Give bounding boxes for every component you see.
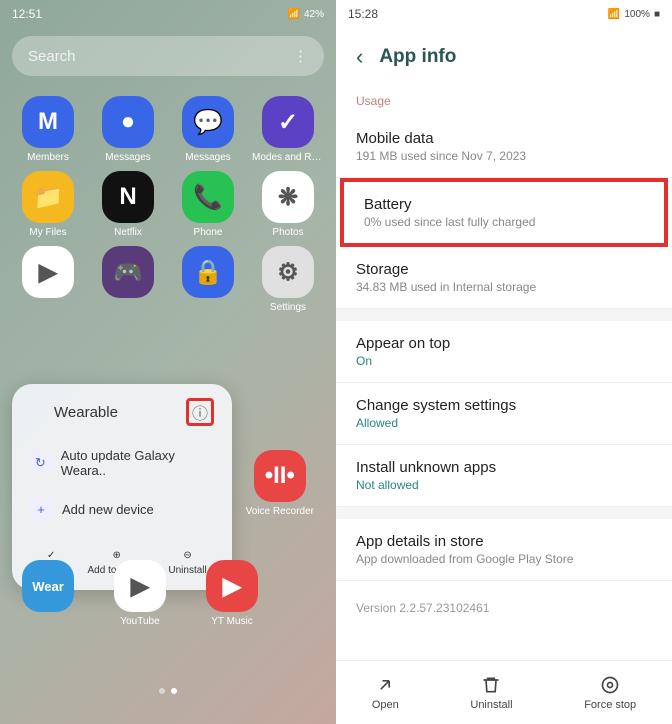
appinfo-panel: 15:28 📶 100%■ ‹ App info Usage Mobile da… (336, 0, 672, 724)
install-item[interactable]: Install unknown apps Not allowed (336, 445, 672, 507)
voice-icon: •II• (254, 450, 306, 502)
popup-item-add[interactable]: + Add new device (26, 488, 218, 530)
app-icon: M (22, 96, 74, 148)
app-YT Music[interactable]: ▶YT Music (196, 560, 268, 627)
app-icon: 📞 (182, 171, 234, 223)
info-icon[interactable]: ⓘ (186, 398, 214, 426)
app-icon: ▶ (22, 246, 74, 298)
app-icon: ❋ (262, 171, 314, 223)
right-statusbar: 15:28 📶 100%■ (336, 0, 672, 28)
app-My Files[interactable]: 📁My Files (12, 171, 84, 238)
appear-item[interactable]: Appear on top On (336, 321, 672, 383)
version-text: Version 2.2.57.23102461 (336, 581, 672, 635)
usage-label: Usage (336, 86, 672, 116)
mobile-data-item[interactable]: Mobile data 191 MB used since Nov 7, 202… (336, 116, 672, 178)
app-Netflix[interactable]: NNetflix (92, 171, 164, 238)
time: 15:28 (348, 7, 378, 21)
app-Photos[interactable]: ❋Photos (252, 171, 324, 238)
forcestop-button[interactable]: Force stop (584, 675, 636, 711)
app-Messages[interactable]: 💬Messages (172, 96, 244, 163)
app-icon: Wear (22, 560, 74, 612)
appinfo-header: ‹ App info (336, 28, 672, 86)
open-button[interactable]: Open (372, 675, 399, 711)
app-icon: N (102, 171, 154, 223)
app-[interactable]: Wear (12, 560, 84, 627)
more-icon[interactable]: ⋮ (293, 47, 308, 65)
back-icon[interactable]: ‹ (356, 44, 363, 70)
app-icon: ⚙ (262, 246, 314, 298)
app-icon: 🎮 (102, 246, 154, 298)
time: 12:51 (12, 7, 42, 21)
app-Members[interactable]: MMembers (12, 96, 84, 163)
home-screen-panel: 12:51 📶 42% Search ⋮ MMembers●Messages💬M… (0, 0, 336, 724)
storage-item[interactable]: Storage 34.83 MB used in Internal storag… (336, 247, 672, 309)
app-icon: ● (102, 96, 154, 148)
app-icon: 📁 (22, 171, 74, 223)
page-title: App info (379, 46, 456, 68)
status-icons: 📶 100%■ (608, 9, 660, 20)
app-YouTube[interactable]: ▶YouTube (104, 560, 176, 627)
app-[interactable]: 🎮 (92, 246, 164, 313)
plus-icon: + (30, 498, 52, 520)
app-grid: MMembers●Messages💬Messages✓Modes and Rou… (0, 84, 336, 325)
search-input[interactable]: Search ⋮ (12, 36, 324, 76)
app-icon: ▶ (206, 560, 258, 612)
dot-active (171, 688, 177, 694)
page-indicator (159, 688, 177, 694)
open-icon (375, 675, 395, 695)
bottom-apps: Wear ▶YouTube ▶YT Music (12, 560, 268, 627)
app-[interactable]: ▶ (12, 246, 84, 313)
bottom-actions: Open Uninstall Force stop (336, 660, 672, 724)
details-item[interactable]: App details in store App downloaded from… (336, 519, 672, 581)
uninstall-button[interactable]: Uninstall (470, 675, 512, 711)
left-statusbar: 12:51 📶 42% (0, 0, 336, 28)
change-item[interactable]: Change system settings Allowed (336, 383, 672, 445)
battery-item[interactable]: Battery 0% used since last fully charged (340, 178, 668, 247)
app-Messages[interactable]: ●Messages (92, 96, 164, 163)
search-placeholder: Search (28, 48, 76, 65)
stop-icon (600, 675, 620, 695)
update-icon: ↻ (30, 452, 51, 474)
app-icon: 💬 (182, 96, 234, 148)
app-Modes and Rout..[interactable]: ✓Modes and Rout.. (252, 96, 324, 163)
popup-title: Wearable (54, 404, 118, 421)
dot (159, 688, 165, 694)
trash-icon (481, 675, 501, 695)
app-icon: ▶ (114, 560, 166, 612)
app-icon: 🔒 (182, 246, 234, 298)
voice-recorder-app[interactable]: •II• Voice Recorder (246, 450, 314, 517)
app-icon: ✓ (262, 96, 314, 148)
status-icons: 📶 42% (288, 9, 324, 20)
app-[interactable]: 🔒 (172, 246, 244, 313)
app-Phone[interactable]: 📞Phone (172, 171, 244, 238)
app-Settings[interactable]: ⚙Settings (252, 246, 324, 313)
popup-item-update[interactable]: ↻ Auto update Galaxy Weara.. (26, 438, 218, 488)
